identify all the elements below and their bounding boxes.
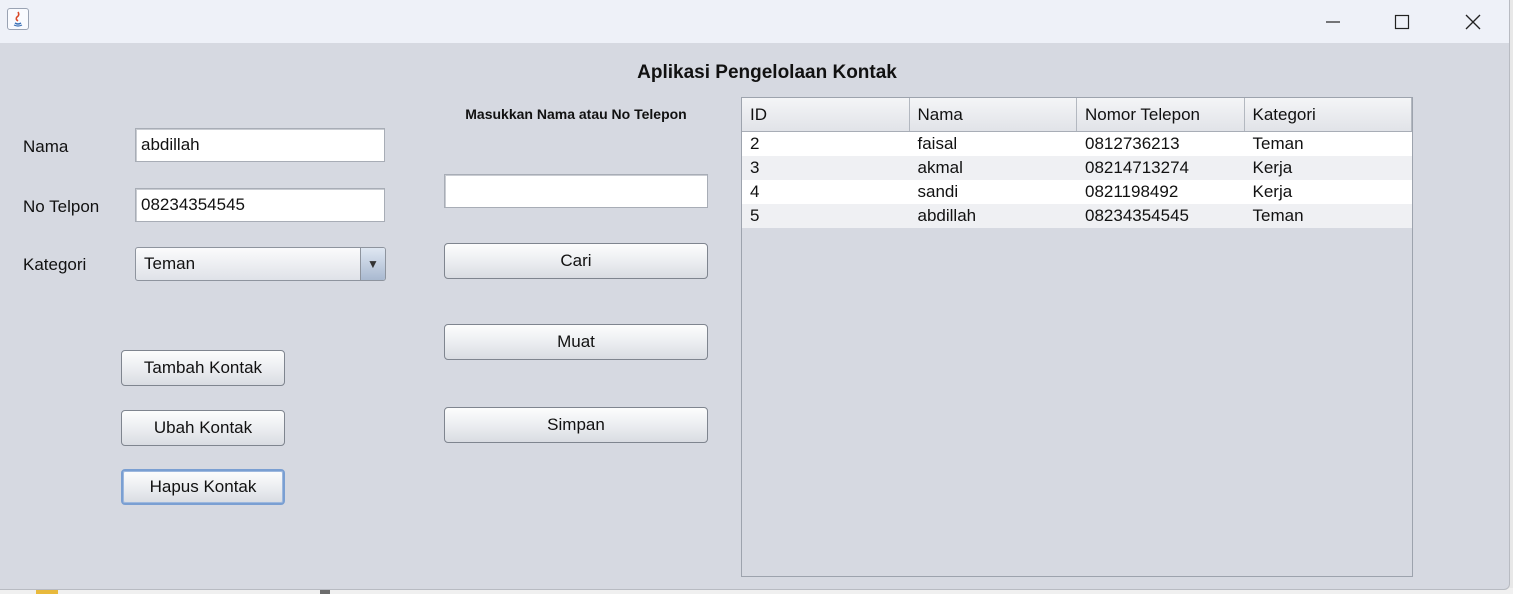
chevron-down-icon[interactable]: ▼ — [360, 248, 385, 280]
title-bar — [0, 0, 1509, 43]
muat-button[interactable]: Muat — [444, 324, 708, 360]
cell-telepon: 0812736213 — [1085, 134, 1180, 153]
cell-telepon: 0821198492 — [1085, 182, 1179, 201]
telpon-field[interactable]: 08234354545 — [135, 188, 385, 222]
cell-nama: sandi — [917, 182, 959, 201]
contacts-table[interactable]: ID Nama Nomor Telepon Kategori 2 faisal … — [741, 97, 1413, 577]
cell-nama: faisal — [917, 134, 958, 153]
table-row[interactable]: 5 abdillah 08234354545 Teman — [742, 204, 1412, 228]
table-row[interactable]: 2 faisal 0812736213 Teman — [742, 132, 1412, 156]
nama-label: Nama — [23, 137, 69, 156]
cell-kategori: Teman — [1252, 134, 1304, 153]
ubah-kontak-button[interactable]: Ubah Kontak — [121, 410, 285, 446]
kategori-label: Kategori — [23, 255, 87, 274]
tambah-kontak-button[interactable]: Tambah Kontak — [121, 350, 285, 386]
cari-button[interactable]: Cari — [444, 243, 708, 279]
minimize-icon — [1326, 20, 1340, 23]
close-button[interactable] — [1438, 0, 1508, 43]
page-title: Aplikasi Pengelolaan Kontak — [637, 62, 897, 83]
cell-id: 4 — [750, 182, 760, 201]
cell-kategori: Kerja — [1252, 182, 1293, 201]
java-icon — [7, 8, 29, 30]
hapus-kontak-button[interactable]: Hapus Kontak — [121, 469, 285, 505]
cell-kategori: Teman — [1252, 206, 1304, 225]
kategori-selected-value: Teman — [144, 254, 196, 273]
cell-id: 3 — [750, 158, 760, 177]
table-row[interactable]: 3 akmal 08214713274 Kerja — [742, 156, 1412, 180]
close-icon — [1465, 14, 1481, 29]
search-label: Masukkan Nama atau No Telepon — [465, 106, 687, 122]
minimize-button[interactable] — [1298, 0, 1368, 43]
maximize-icon — [1394, 14, 1410, 29]
cell-nama: abdillah — [917, 206, 977, 225]
app-window: Aplikasi Pengelolaan Kontak Nama abdilla… — [0, 0, 1510, 590]
cell-kategori: Kerja — [1252, 158, 1293, 177]
column-header-kategori[interactable]: Kategori — [1245, 98, 1412, 131]
kategori-select[interactable]: Teman ▼ — [135, 247, 386, 281]
table-body: 2 faisal 0812736213 Teman 3 akmal 082147… — [742, 132, 1412, 228]
table-row[interactable]: 4 sandi 0821198492 Kerja — [742, 180, 1412, 204]
column-header-telepon[interactable]: Nomor Telepon — [1077, 98, 1245, 131]
cell-telepon: 08234354545 — [1085, 206, 1190, 225]
simpan-button[interactable]: Simpan — [444, 407, 708, 443]
telpon-label: No Telpon — [23, 197, 100, 216]
cell-telepon: 08214713274 — [1085, 158, 1190, 177]
table-header: ID Nama Nomor Telepon Kategori — [742, 98, 1412, 132]
cell-nama: akmal — [917, 158, 963, 177]
cell-id: 2 — [750, 134, 760, 153]
nama-field[interactable]: abdillah — [135, 128, 385, 162]
column-header-nama[interactable]: Nama — [910, 98, 1077, 131]
maximize-button[interactable] — [1367, 0, 1437, 43]
column-header-id[interactable]: ID — [742, 98, 910, 131]
cell-id: 5 — [750, 206, 760, 225]
search-input[interactable] — [444, 174, 708, 208]
